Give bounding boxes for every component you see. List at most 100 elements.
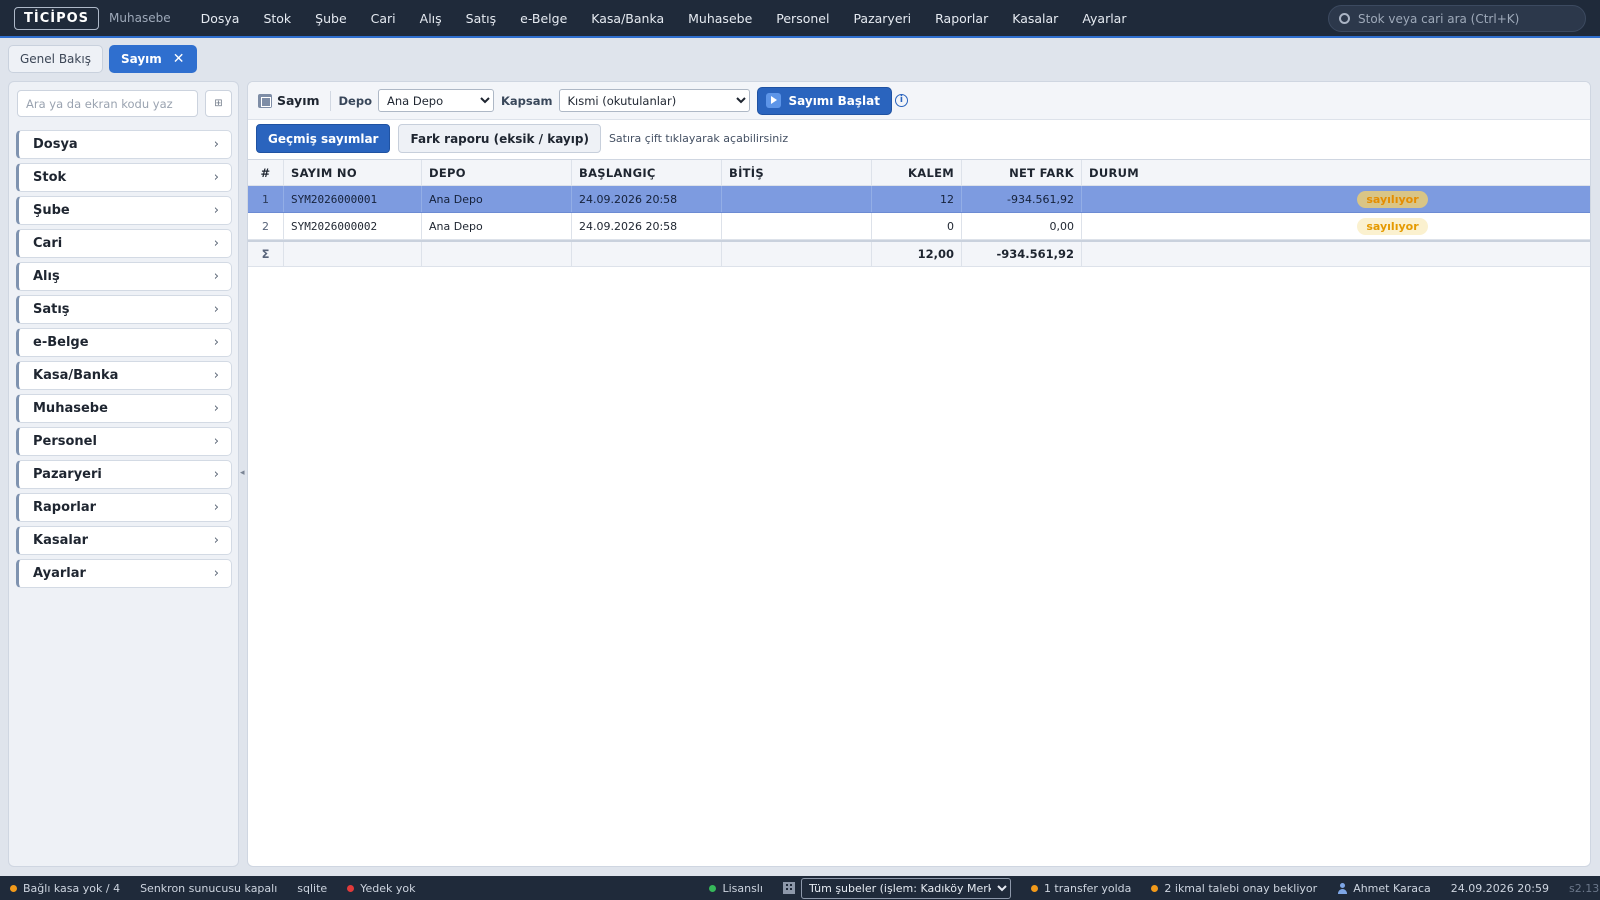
count-table: # SAYIM NO DEPO BAŞLANGIÇ BİTİŞ KALEM NE…: [248, 159, 1590, 267]
menu-item-stok[interactable]: Stok: [251, 11, 303, 26]
history-button[interactable]: Geçmiş sayımlar: [256, 124, 391, 153]
sidebar-item-dosya[interactable]: Dosya ›: [16, 130, 232, 159]
column-header-sayim-no[interactable]: SAYIM NO: [284, 160, 422, 185]
menu-item-ayarlar[interactable]: Ayarlar: [1070, 11, 1138, 26]
menu-item-pazaryeri[interactable]: Pazaryeri: [841, 11, 923, 26]
menu-item-sube[interactable]: Şube: [303, 11, 358, 26]
column-header-bitis[interactable]: BİTİŞ: [722, 160, 872, 185]
branch-select[interactable]: Tüm şubeler (işlem: Kadıköy Merkez): [800, 877, 1011, 899]
toolbar-divider: [329, 90, 331, 111]
sidebar-item-label: e-Belge: [33, 335, 89, 350]
tab-genel-bakis[interactable]: Genel Bakış: [8, 45, 103, 73]
tab-label: Genel Bakış: [20, 52, 91, 66]
status-kasa[interactable]: Bağlı kasa yok / 4: [0, 876, 130, 900]
grid-view-button[interactable]: ⊞: [205, 90, 232, 117]
footer-empty: [1082, 242, 1590, 266]
status-user-text: Ahmet Karaca: [1353, 881, 1431, 895]
sidebar-item-label: Stok: [33, 170, 67, 185]
sidebar-item-e-belge[interactable]: e-Belge ›: [16, 328, 232, 357]
status-ikmal[interactable]: 2 ikmal talebi onay bekliyor: [1141, 876, 1327, 900]
screen-title: Sayım: [277, 93, 320, 108]
status-sync[interactable]: Senkron sunucusu kapalı: [130, 876, 287, 900]
status-transfer[interactable]: 1 transfer yolda: [1021, 876, 1141, 900]
cell-kalem: 12: [872, 186, 962, 212]
sidebar-item-label: Pazaryeri: [33, 467, 102, 482]
menu-item-satis[interactable]: Satış: [454, 11, 508, 26]
sidebar-item-ayarlar[interactable]: Ayarlar ›: [16, 559, 232, 588]
column-header-net-fark[interactable]: NET FARK: [962, 160, 1082, 185]
menu-item-kasalar[interactable]: Kasalar: [1000, 11, 1070, 26]
sidebar-item-label: Raporlar: [33, 500, 97, 515]
sidebar-item-kasalar[interactable]: Kasalar ›: [16, 526, 232, 555]
table-row[interactable]: 2 SYM2026000002 Ana Depo 24.09.2026 20:5…: [248, 213, 1590, 240]
sidebar-item-sube[interactable]: Şube ›: [16, 196, 232, 225]
status-user[interactable]: Ahmet Karaca: [1327, 876, 1441, 900]
sidebar-item-label: Şube: [33, 203, 70, 218]
status-backup[interactable]: Yedek yok: [337, 876, 425, 900]
warning-dot-icon: [1151, 884, 1159, 892]
top-bar: TİCİPOS Muhasebe Dosya Stok Şube Cari Al…: [0, 0, 1600, 38]
global-search-input[interactable]: [1358, 11, 1578, 26]
cell-depo: Ana Depo: [422, 213, 572, 239]
column-header-index[interactable]: #: [248, 160, 284, 185]
sidebar-item-satis[interactable]: Satış ›: [16, 295, 232, 324]
chevron-right-icon: ›: [213, 335, 219, 350]
diff-report-button[interactable]: Fark raporu (eksik / kayıp): [398, 124, 601, 153]
status-datetime: 24.09.2026 20:59: [1441, 876, 1559, 900]
column-header-kalem[interactable]: KALEM: [872, 160, 962, 185]
app-logo[interactable]: TİCİPOS: [14, 6, 100, 30]
column-header-durum[interactable]: DURUM: [1082, 160, 1590, 185]
sidebar-item-personel[interactable]: Personel ›: [16, 427, 232, 456]
column-header-baslangic[interactable]: BAŞLANGIÇ: [572, 160, 722, 185]
sidebar-item-stok[interactable]: Stok ›: [16, 163, 232, 192]
cell-kalem: 0: [872, 213, 962, 239]
cell-durum: sayılıyor: [1082, 213, 1590, 239]
status-branch: Tüm şubeler (işlem: Kadıköy Merkez): [773, 876, 1021, 900]
sidebar: ⊞ Dosya › Stok › Şube › Cari › Alış › Satış › …: [8, 81, 239, 867]
sayim-toolbar: Sayım Depo Ana Depo Kapsam Kısmi (okutul…: [248, 82, 1590, 120]
chevron-right-icon: ›: [213, 566, 219, 581]
global-search[interactable]: [1328, 5, 1586, 32]
sidebar-item-cari[interactable]: Cari ›: [16, 229, 232, 258]
menu-item-e-belge[interactable]: e-Belge: [508, 11, 579, 26]
menu-item-kasa-banka[interactable]: Kasa/Banka: [579, 11, 676, 26]
kapsam-select[interactable]: Kısmi (okutulanlar): [558, 89, 750, 112]
menu-item-raporlar[interactable]: Raporlar: [923, 11, 1000, 26]
depo-select[interactable]: Ana Depo: [378, 89, 494, 112]
column-header-depo[interactable]: DEPO: [422, 160, 572, 185]
status-ikmal-text: 2 ikmal talebi onay bekliyor: [1164, 881, 1318, 895]
menu-item-muhasebe[interactable]: Muhasebe: [676, 11, 764, 26]
table-row[interactable]: 1 SYM2026000001 Ana Depo 24.09.2026 20:5…: [248, 186, 1590, 213]
search-icon: [1339, 13, 1350, 24]
menu-item-dosya[interactable]: Dosya: [189, 11, 252, 26]
footer-empty: [284, 242, 422, 266]
menu-item-personel[interactable]: Personel: [764, 11, 841, 26]
warning-dot-icon: [10, 884, 17, 892]
sidebar-item-pazaryeri[interactable]: Pazaryeri ›: [16, 460, 232, 489]
sidebar-item-alis[interactable]: Alış ›: [16, 262, 232, 291]
sidebar-item-raporlar[interactable]: Raporlar ›: [16, 493, 232, 522]
chevron-right-icon: ›: [213, 203, 219, 218]
menu-item-alis[interactable]: Alış: [408, 11, 454, 26]
menu-item-cari[interactable]: Cari: [359, 11, 408, 26]
footer-empty: [422, 242, 572, 266]
sidebar-collapse-handle[interactable]: ◂: [240, 468, 246, 478]
sidebar-list: Dosya › Stok › Şube › Cari › Alış › Satış › e-…: [16, 130, 232, 592]
cell-depo: Ana Depo: [422, 186, 572, 212]
calculator-icon: [258, 93, 272, 108]
cell-index: 2: [248, 213, 284, 239]
chevron-right-icon: ›: [213, 401, 219, 416]
chevron-right-icon: ›: [213, 137, 219, 152]
tab-sayim[interactable]: Sayım ✕: [108, 45, 197, 73]
info-icon[interactable]: i: [894, 94, 908, 107]
footer-empty: [722, 242, 872, 266]
footer-empty: [572, 242, 722, 266]
cell-durum: sayılıyor: [1082, 186, 1590, 212]
sidebar-item-kasa-banka[interactable]: Kasa/Banka ›: [16, 361, 232, 390]
status-license[interactable]: Lisanslı: [699, 876, 772, 900]
status-datetime-text: 24.09.2026 20:59: [1450, 881, 1549, 895]
sidebar-search-input[interactable]: [17, 90, 198, 117]
sidebar-item-muhasebe[interactable]: Muhasebe ›: [16, 394, 232, 423]
start-count-button[interactable]: Sayımı Başlat: [756, 86, 892, 115]
close-icon[interactable]: ✕: [173, 51, 185, 67]
